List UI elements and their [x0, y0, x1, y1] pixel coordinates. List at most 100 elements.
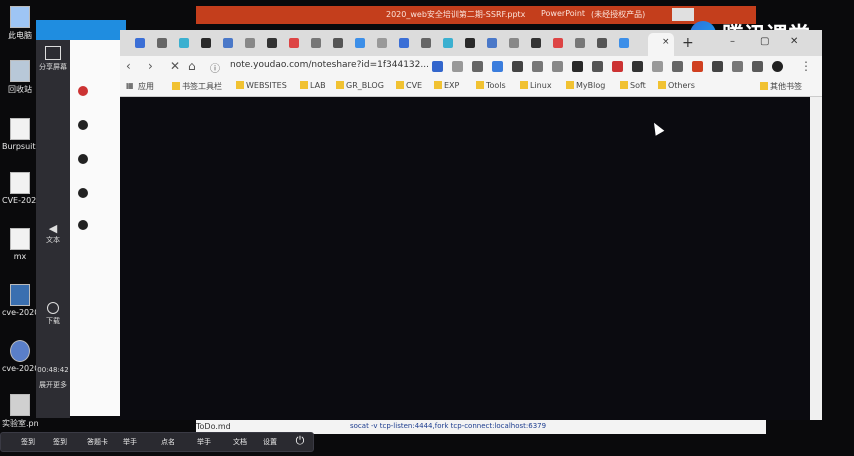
control-item[interactable]: 举手 — [197, 437, 211, 447]
browser-tab[interactable] — [594, 35, 610, 51]
extension-icon[interactable] — [752, 61, 763, 72]
apps-icon[interactable]: ▦ — [126, 81, 134, 90]
bookmark-item[interactable]: CVE — [396, 81, 422, 90]
address-bar[interactable]: ⓘ note.youdao.com/noteshare?id=1f344132.… — [208, 58, 429, 75]
expand-more-button[interactable]: 展开更多 — [36, 380, 70, 390]
bookmark-item[interactable]: EXP — [434, 81, 459, 90]
bookmark-item[interactable]: GR_BLOG — [336, 81, 384, 90]
control-item[interactable]: 举手 — [123, 437, 137, 447]
desktop-icon-computer[interactable]: 此电脑 — [2, 6, 38, 41]
browser-tab[interactable] — [462, 35, 478, 51]
minimize-button[interactable]: – — [730, 36, 735, 47]
bookmark-item[interactable]: 应用 — [138, 81, 154, 92]
browser-tab[interactable] — [132, 35, 148, 51]
browser-tab[interactable] — [286, 35, 302, 51]
browser-tab[interactable] — [220, 35, 236, 51]
chat-item[interactable] — [78, 220, 91, 230]
desktop-icon-cve-2020-a[interactable]: cve-2020 — [2, 284, 38, 317]
close-window-button[interactable]: ✕ — [790, 36, 798, 47]
bookmark-item[interactable]: WEBSITES — [236, 81, 287, 90]
browser-tab[interactable] — [616, 35, 632, 51]
browser-tab[interactable] — [440, 35, 456, 51]
reload-icon[interactable]: ✕ — [170, 59, 180, 73]
extension-icon[interactable] — [552, 61, 563, 72]
browser-tab[interactable] — [550, 35, 566, 51]
bookmark-item[interactable]: Tools — [476, 81, 506, 90]
bookmark-item[interactable]: MyBlog — [566, 81, 605, 90]
bookmark-item[interactable]: Linux — [520, 81, 552, 90]
file-name[interactable]: ToDo.md — [196, 422, 231, 431]
control-item[interactable]: 文档 — [233, 437, 247, 447]
control-item[interactable]: 签到 — [21, 437, 35, 447]
extension-icon[interactable] — [432, 61, 443, 72]
extension-icon[interactable] — [452, 61, 463, 72]
tab-favicon-icon — [399, 38, 409, 48]
extension-icon[interactable] — [692, 61, 703, 72]
control-item[interactable]: 答题卡 — [87, 437, 108, 447]
text-tool-button[interactable]: ◀ 文本 — [36, 222, 70, 245]
browser-tab[interactable] — [484, 35, 500, 51]
profile-avatar[interactable] — [772, 61, 783, 72]
chat-item[interactable] — [78, 154, 91, 164]
maximize-button[interactable]: ▢ — [760, 36, 769, 47]
extension-icon[interactable] — [592, 61, 603, 72]
other-bookmarks[interactable]: 其他书签 — [760, 81, 802, 92]
browser-tab[interactable] — [264, 35, 280, 51]
download-tool-button[interactable]: 下载 — [36, 302, 70, 326]
scrollbar[interactable] — [810, 97, 822, 420]
browser-tab[interactable] — [572, 35, 588, 51]
browser-tab[interactable] — [154, 35, 170, 51]
home-icon[interactable]: ⌂ — [188, 59, 196, 73]
browser-tab[interactable] — [198, 35, 214, 51]
extension-icon[interactable] — [472, 61, 483, 72]
power-icon[interactable]: ⏻ — [293, 434, 307, 448]
extension-icon[interactable] — [712, 61, 723, 72]
desktop-icon-cve-2020-b[interactable]: cve-2020 — [2, 340, 38, 373]
new-tab-button[interactable]: + — [682, 35, 694, 51]
browser-tab[interactable] — [330, 35, 346, 51]
extension-icon[interactable] — [492, 61, 503, 72]
extension-icon[interactable] — [612, 61, 623, 72]
close-tab-icon[interactable]: × — [662, 37, 670, 47]
desktop-icon-burpsuite[interactable]: Burpsuite — [2, 118, 38, 151]
chat-item[interactable] — [78, 120, 91, 130]
extension-icon[interactable] — [572, 61, 583, 72]
extension-icon[interactable] — [732, 61, 743, 72]
bookmark-item[interactable]: Others — [658, 81, 695, 90]
bookmark-item[interactable]: Soft — [620, 81, 646, 90]
browser-tab[interactable] — [506, 35, 522, 51]
share-screen-button[interactable]: 分享屏幕 — [36, 46, 70, 72]
browser-tab[interactable] — [352, 35, 368, 51]
image-icon — [10, 394, 30, 416]
forward-button[interactable]: › — [148, 59, 153, 73]
control-item[interactable]: 签到 — [53, 437, 67, 447]
desktop-icon-lab-png[interactable]: 实验室.png — [2, 394, 38, 429]
desktop-icon-cve-folder[interactable]: CVE-2020 — [2, 172, 38, 205]
extension-icon[interactable] — [532, 61, 543, 72]
powerpoint-titlebar[interactable]: 2020_web安全培训第二期-SSRF.pptx PowerPoint (未经… — [196, 6, 756, 24]
bookmark-item[interactable]: 书签工具栏 — [172, 81, 222, 92]
browser-tab[interactable] — [176, 35, 192, 51]
browser-tab[interactable] — [418, 35, 434, 51]
back-button[interactable]: ‹ — [126, 59, 131, 73]
browser-tab[interactable] — [374, 35, 390, 51]
menu-icon[interactable]: ⋮ — [800, 59, 812, 73]
desktop-icon-mx[interactable]: mx — [2, 228, 38, 261]
browser-tab[interactable] — [396, 35, 412, 51]
control-item[interactable]: 点名 — [161, 437, 175, 447]
browser-tab[interactable] — [528, 35, 544, 51]
chat-item[interactable] — [78, 188, 91, 198]
extension-icon[interactable] — [632, 61, 643, 72]
bookmark-item[interactable]: LAB — [300, 81, 326, 90]
control-item[interactable]: 设置 — [263, 437, 277, 447]
browser-tab[interactable] — [242, 35, 258, 51]
extension-icon[interactable] — [652, 61, 663, 72]
tab-active[interactable]: × — [648, 33, 674, 56]
extension-icon[interactable] — [672, 61, 683, 72]
chat-item[interactable] — [78, 86, 91, 96]
share-window-header[interactable] — [36, 20, 126, 40]
browser-tab[interactable] — [308, 35, 324, 51]
page-content[interactable] — [120, 97, 810, 420]
desktop-icon-recycle-bin[interactable]: 回收站 — [2, 60, 38, 95]
extension-icon[interactable] — [512, 61, 523, 72]
